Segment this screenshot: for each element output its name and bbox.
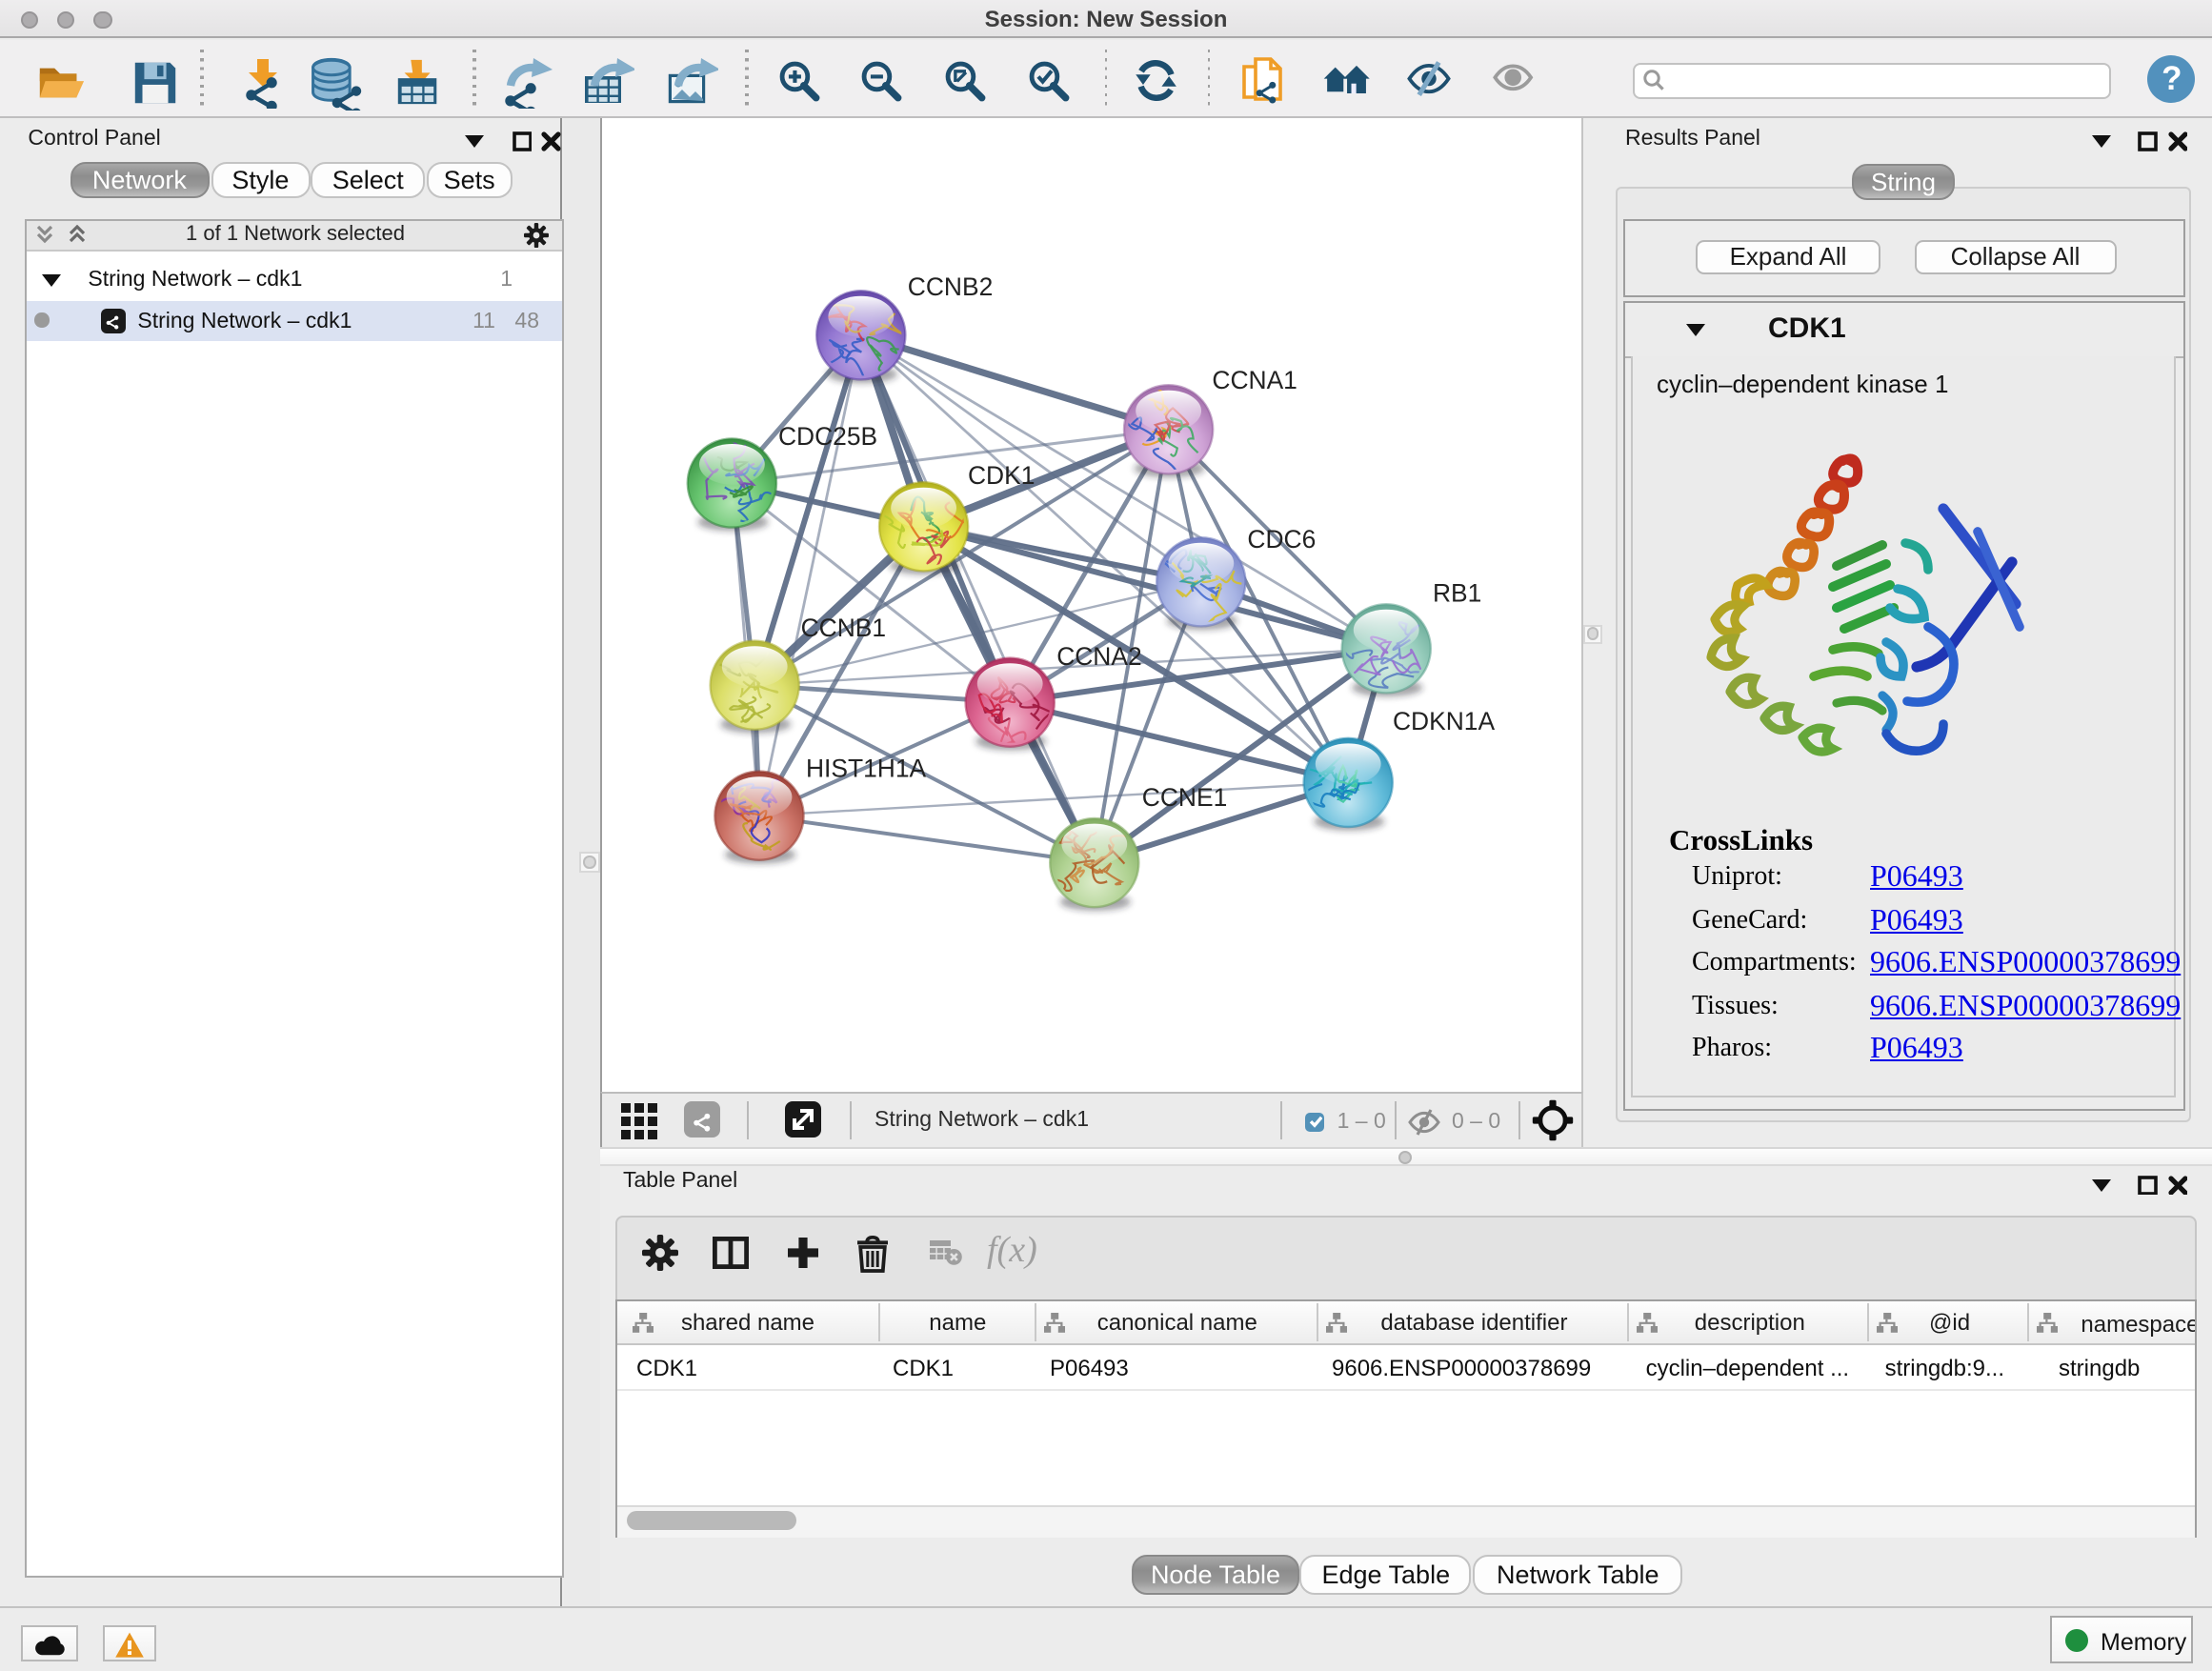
svg-text:CDC6: CDC6 (1246, 525, 1315, 554)
svg-text:CDC25B: CDC25B (777, 422, 876, 451)
svg-text:RB1: RB1 (1432, 578, 1480, 607)
svg-text:CCNA2: CCNA2 (1056, 642, 1140, 671)
svg-text:CCNE1: CCNE1 (1141, 783, 1226, 812)
svg-text:CCNB1: CCNB1 (800, 614, 885, 642)
svg-text:HIST1H1A: HIST1H1A (805, 755, 926, 783)
svg-text:CCNB2: CCNB2 (907, 272, 992, 301)
svg-text:CDKN1A: CDKN1A (1392, 707, 1494, 735)
svg-text:CCNA1: CCNA1 (1211, 366, 1296, 394)
svg-text:CDK1: CDK1 (967, 461, 1034, 490)
